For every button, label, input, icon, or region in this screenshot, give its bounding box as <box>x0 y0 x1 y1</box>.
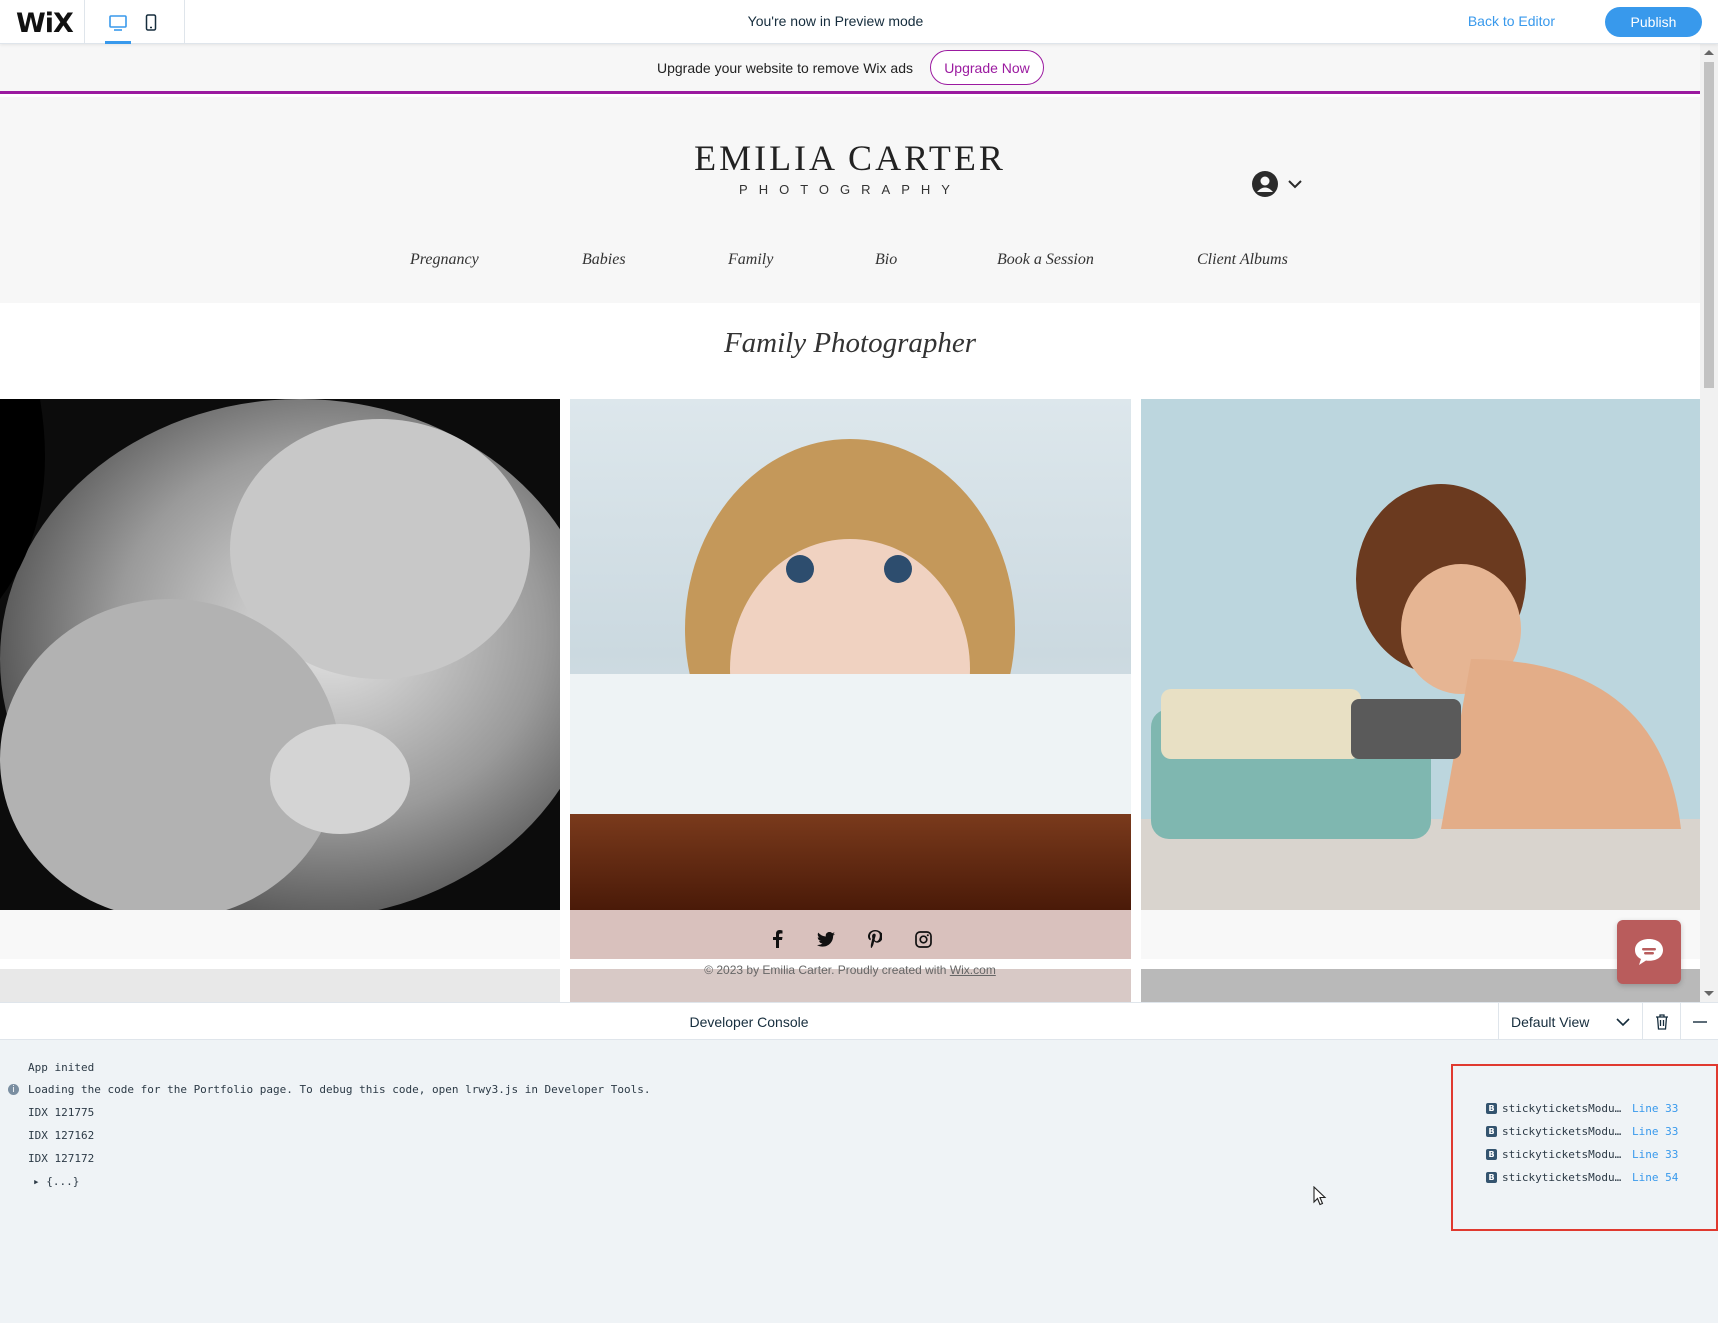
source-line-link[interactable]: Line 33 <box>1632 1125 1678 1138</box>
user-avatar-icon <box>1252 171 1278 197</box>
info-icon: i <box>8 1084 19 1095</box>
pinterest-icon[interactable] <box>864 929 885 949</box>
site-navigation: Pregnancy Babies Family Bio Book a Sessi… <box>0 251 1700 281</box>
gallery-image-boy-typewriter[interactable] <box>1141 399 1701 910</box>
page-title: Family Photographer <box>723 327 977 359</box>
source-file: stickyticketsModu… <box>1502 1147 1622 1161</box>
twitter-icon[interactable] <box>815 929 836 949</box>
site-preview: Upgrade your website to remove Wix ads U… <box>0 44 1718 1002</box>
chevron-down-icon <box>1616 1017 1630 1026</box>
log-object-expander[interactable]: ▸ {...} <box>33 1175 79 1188</box>
nav-item-bio[interactable]: Bio <box>875 251 897 269</box>
source-file: stickyticketsModu… <box>1502 1124 1622 1138</box>
source-line-link[interactable]: Line 33 <box>1632 1148 1678 1161</box>
wix-link[interactable]: Wix.com <box>950 963 996 977</box>
gallery-image-girl[interactable] <box>570 399 1131 910</box>
source-badge-icon: B <box>1486 1102 1497 1114</box>
publish-button[interactable]: Publish <box>1605 7 1702 37</box>
site-logo-title[interactable]: EMILIA CARTER <box>0 137 1700 179</box>
site-scrollbar[interactable] <box>1700 44 1718 1002</box>
chevron-down-icon <box>1288 180 1302 189</box>
footer-overlay <box>0 910 560 959</box>
nav-item-family[interactable]: Family <box>728 251 773 269</box>
preview-topbar: WiX You're now in Preview mode Back to E… <box>0 0 1718 44</box>
source-link-row[interactable]: B stickyticketsModu… Line 33 <box>1486 1147 1678 1161</box>
source-line-link[interactable]: Line 33 <box>1632 1102 1678 1115</box>
chat-button[interactable] <box>1617 920 1681 984</box>
source-badge-icon: B <box>1486 1171 1497 1183</box>
instagram-icon[interactable] <box>913 929 934 949</box>
source-badge-icon: B <box>1486 1125 1497 1137</box>
nav-item-client-albums[interactable]: Client Albums <box>1197 251 1288 269</box>
upgrade-now-button[interactable]: Upgrade Now <box>930 50 1044 85</box>
log-line: IDX 127172 <box>28 1152 95 1165</box>
nav-item-babies[interactable]: Babies <box>582 251 626 269</box>
mouse-cursor-icon <box>1313 1185 1327 1211</box>
wix-ads-banner: Upgrade your website to remove Wix ads U… <box>0 44 1700 94</box>
source-link-row[interactable]: B stickyticketsModu… Line 54 <box>1486 1170 1678 1184</box>
facebook-icon[interactable] <box>766 929 787 949</box>
social-bar <box>766 929 936 949</box>
nav-item-book-a-session[interactable]: Book a Session <box>997 251 1094 269</box>
ads-banner-text: Upgrade your website to remove Wix ads <box>657 60 913 76</box>
log-line: IDX 121775 <box>28 1106 95 1119</box>
minimize-console-button[interactable] <box>1680 1003 1718 1040</box>
copyright-text: © 2023 by Emilia Carter. Proudly created… <box>704 963 950 977</box>
nav-item-pregnancy[interactable]: Pregnancy <box>410 251 479 269</box>
scroll-up-arrow[interactable] <box>1704 50 1714 55</box>
source-badge-icon: B <box>1486 1148 1497 1160</box>
clear-console-button[interactable] <box>1642 1003 1680 1040</box>
scrollbar-thumb[interactable] <box>1704 62 1714 388</box>
site-header: EMILIA CARTER PHOTOGRAPHY Pregnancy Babi… <box>0 97 1700 303</box>
preview-mode-label: You're now in Preview mode <box>747 13 924 29</box>
member-login-menu[interactable] <box>1252 169 1312 199</box>
view-select-value: Default View <box>1511 1013 1590 1030</box>
site-logo-subtitle: PHOTOGRAPHY <box>739 182 961 197</box>
source-link-row[interactable]: B stickyticketsModu… Line 33 <box>1486 1124 1678 1138</box>
view-select-dropdown[interactable]: Default View <box>1498 1003 1642 1040</box>
chat-bubble-icon <box>1635 939 1663 965</box>
footer-copyright: © 2023 by Emilia Carter. Proudly created… <box>0 963 1700 977</box>
trash-icon <box>1655 1013 1668 1030</box>
minimize-icon <box>1692 1020 1707 1023</box>
source-file: stickyticketsModu… <box>1502 1101 1622 1115</box>
log-line: IDX 127162 <box>28 1129 95 1142</box>
scroll-down-arrow[interactable] <box>1704 991 1714 996</box>
log-line: App inited <box>28 1061 95 1074</box>
log-line: Loading the code for the Portfolio page.… <box>28 1083 651 1096</box>
developer-console-header: Developer Console Default View <box>0 1002 1718 1040</box>
console-title: Developer Console <box>689 1014 809 1030</box>
source-link-row[interactable]: B stickyticketsModu… Line 33 <box>1486 1101 1678 1115</box>
back-to-editor-link[interactable]: Back to Editor <box>1468 13 1555 29</box>
gallery-image-newborn[interactable] <box>0 399 560 910</box>
source-line-link[interactable]: Line 54 <box>1632 1171 1678 1184</box>
source-file: stickyticketsModu… <box>1502 1170 1622 1184</box>
